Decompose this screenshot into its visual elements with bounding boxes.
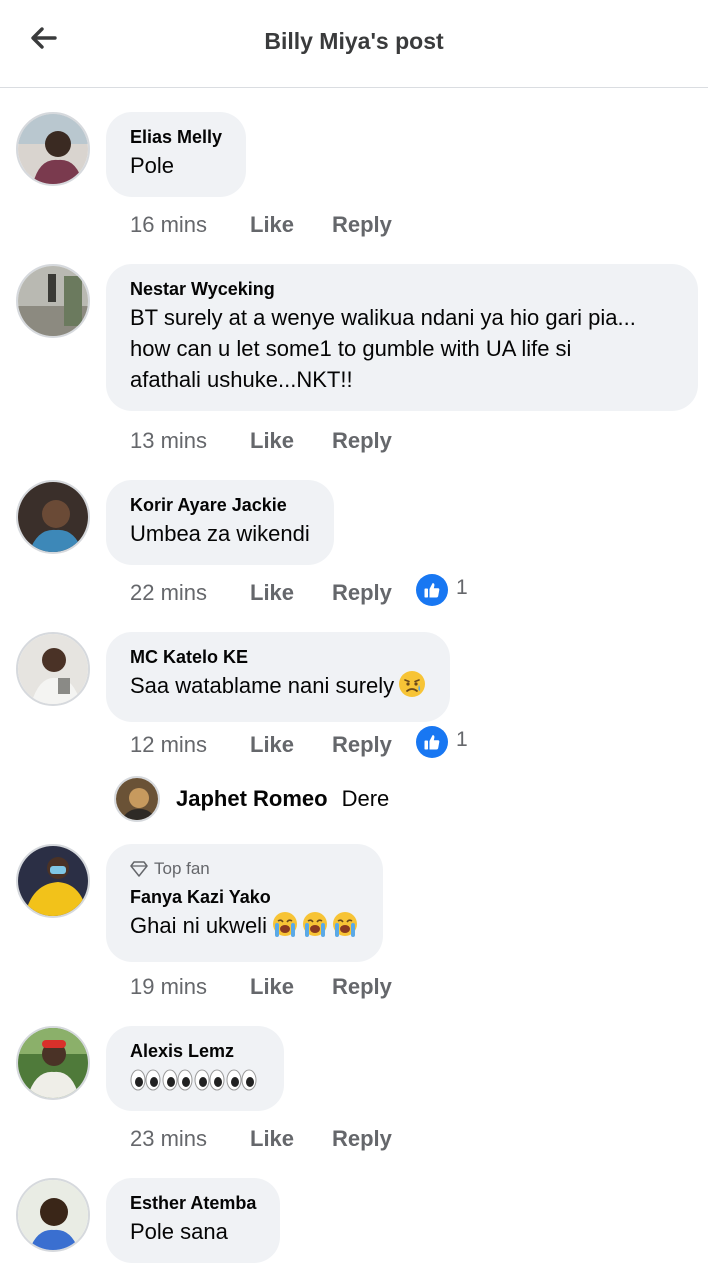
comment-actions: 12 mins Like Reply 1: [130, 726, 468, 760]
comment-time[interactable]: 16 mins: [130, 212, 250, 238]
comment-author[interactable]: Fanya Kazi Yako: [130, 886, 359, 908]
comment-actions: 22 mins Like Reply 1: [130, 574, 468, 608]
reaction-count: 1: [456, 728, 468, 751]
top-bar: Billy Miya's post: [0, 0, 708, 88]
comment-text: Pole: [130, 153, 175, 178]
top-fan-label: Top fan: [154, 859, 210, 878]
loudly-crying-face-icon: [271, 910, 359, 946]
thumbs-up-icon: [416, 726, 448, 758]
comment-text-content: Saa watablame nani surely: [130, 673, 395, 698]
comment-text: Ghai ni ukweli: [130, 910, 359, 946]
avatar[interactable]: [16, 264, 90, 338]
comment-author[interactable]: Nestar Wyceking: [130, 278, 674, 300]
avatar[interactable]: [114, 776, 160, 822]
comment-actions: 19 mins Like Reply: [130, 972, 416, 1002]
like-button[interactable]: Like: [250, 974, 332, 1000]
comment-bubble: Nestar Wyceking BT surely at a wenye wal…: [106, 264, 698, 411]
avatar[interactable]: [16, 632, 90, 706]
reply-button[interactable]: Reply: [332, 212, 416, 238]
reaction-count: 1: [456, 576, 468, 599]
like-button[interactable]: Like: [250, 428, 332, 454]
like-button[interactable]: Like: [250, 580, 332, 606]
comment-text: BT surely at a wenye walikua ndani ya hi…: [130, 305, 636, 392]
avatar[interactable]: [16, 480, 90, 554]
comment-time[interactable]: 12 mins: [130, 732, 250, 758]
comment-time[interactable]: 22 mins: [130, 580, 250, 606]
reply-button[interactable]: Reply: [332, 428, 416, 454]
like-button[interactable]: Like: [250, 732, 332, 758]
comment-actions: 13 mins Like Reply: [130, 426, 416, 456]
comment-bubble: MC Katelo KE Saa watablame nani surely: [106, 632, 451, 722]
reply-button[interactable]: Reply: [332, 580, 416, 606]
comment-author[interactable]: Alexis Lemz: [130, 1040, 260, 1062]
comment-time[interactable]: 23 mins: [130, 1126, 250, 1152]
page-title: Billy Miya's post: [264, 28, 444, 54]
comment-author[interactable]: MC Katelo KE: [130, 646, 426, 668]
comment-author[interactable]: Esther Atemba: [130, 1192, 256, 1214]
reply-button[interactable]: Reply: [332, 1126, 416, 1152]
avatar[interactable]: [16, 1178, 90, 1252]
top-fan-badge: Top fan: [130, 858, 359, 880]
comment-bubble: Alexis Lemz: [106, 1026, 284, 1111]
comment-bubble: Korir Ayare Jackie Umbea za wikendi: [106, 480, 334, 565]
reply-author[interactable]: Japhet Romeo: [176, 786, 328, 812]
eyes-icon: [130, 1068, 258, 1100]
sad-tear-face-icon: [398, 670, 426, 706]
reaction-summary[interactable]: 1: [416, 574, 468, 606]
reply-preview[interactable]: Japhet Romeo Dere: [114, 776, 389, 822]
thumbs-up-icon: [416, 574, 448, 606]
comment-author[interactable]: Elias Melly: [130, 126, 222, 148]
comment-bubble: Elias Melly Pole: [106, 112, 247, 197]
comment-text: Saa watablame nani surely: [130, 670, 426, 706]
comment-bubble: Esther Atemba Pole sana: [106, 1178, 281, 1263]
avatar[interactable]: [16, 844, 90, 918]
comment-actions: 23 mins Like Reply: [130, 1124, 416, 1154]
like-button[interactable]: Like: [250, 1126, 332, 1152]
reaction-summary[interactable]: 1: [416, 726, 468, 758]
avatar[interactable]: [16, 112, 90, 186]
comment-text: Pole sana: [130, 1219, 228, 1244]
reply-button[interactable]: Reply: [332, 974, 416, 1000]
comment-bubble: Top fan Fanya Kazi Yako Ghai ni ukweli: [106, 844, 383, 962]
like-button[interactable]: Like: [250, 212, 332, 238]
comment-text: Umbea za wikendi: [130, 521, 310, 546]
comment-author[interactable]: Korir Ayare Jackie: [130, 494, 310, 516]
comment-time[interactable]: 13 mins: [130, 428, 250, 454]
comment-time[interactable]: 19 mins: [130, 974, 250, 1000]
diamond-icon: [130, 861, 148, 877]
comment-text-content: Ghai ni ukweli: [130, 913, 267, 938]
reply-button[interactable]: Reply: [332, 732, 416, 758]
reply-text: Dere: [341, 786, 390, 811]
avatar[interactable]: [16, 1026, 90, 1100]
comment-text: [130, 1064, 260, 1095]
comment-actions: 16 mins Like Reply: [130, 210, 416, 240]
